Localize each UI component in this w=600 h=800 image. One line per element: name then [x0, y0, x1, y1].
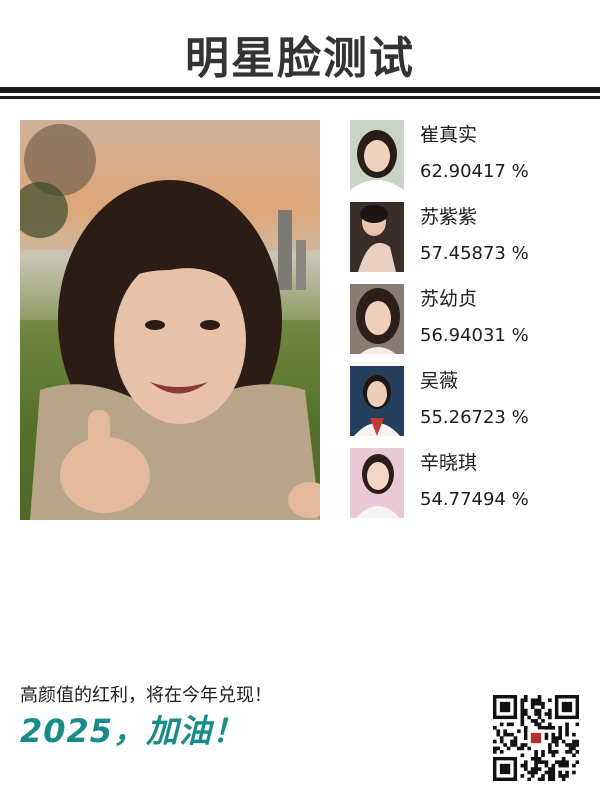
celebrity-photo-icon [350, 202, 404, 272]
match-name: 苏幼贞 [420, 288, 478, 310]
celebrity-photo-icon [350, 120, 404, 190]
user-photo [20, 120, 320, 520]
match-name: 吴薇 [420, 370, 459, 392]
match-item[interactable]: 苏紫紫 57.45873 % [350, 202, 590, 274]
match-item[interactable]: 辛晓琪 54.77494 % [350, 448, 590, 520]
match-name: 辛晓琪 [420, 452, 478, 474]
match-item[interactable]: 吴薇 55.26723 % [350, 366, 590, 438]
match-score: 54.77494 % [420, 489, 529, 510]
user-photo-icon [20, 120, 320, 520]
header: 明星脸测试 [0, 0, 600, 100]
header-divider-thick [0, 87, 600, 93]
match-score: 55.26723 % [420, 407, 529, 428]
match-item[interactable]: 苏幼贞 56.94031 % [350, 284, 590, 356]
header-divider-thin [0, 96, 600, 99]
match-item[interactable]: 崔真实 62.90417 % [350, 120, 590, 192]
footer-message: 高颜值的红利，将在今年兑现！ [20, 685, 272, 706]
qr-code-icon[interactable] [493, 695, 580, 782]
celebrity-photo-icon [350, 448, 404, 518]
celebrity-photo-icon [350, 366, 404, 436]
match-score: 57.45873 % [420, 243, 529, 264]
match-name: 崔真实 [420, 124, 478, 146]
celebrity-photo-icon [350, 284, 404, 354]
match-score: 56.94031 % [420, 325, 529, 346]
match-name: 苏紫紫 [420, 206, 478, 228]
match-score: 62.90417 % [420, 161, 529, 182]
page-title: 明星脸测试 [185, 33, 415, 84]
footer-slogan: 2025，加油！ [20, 712, 246, 750]
